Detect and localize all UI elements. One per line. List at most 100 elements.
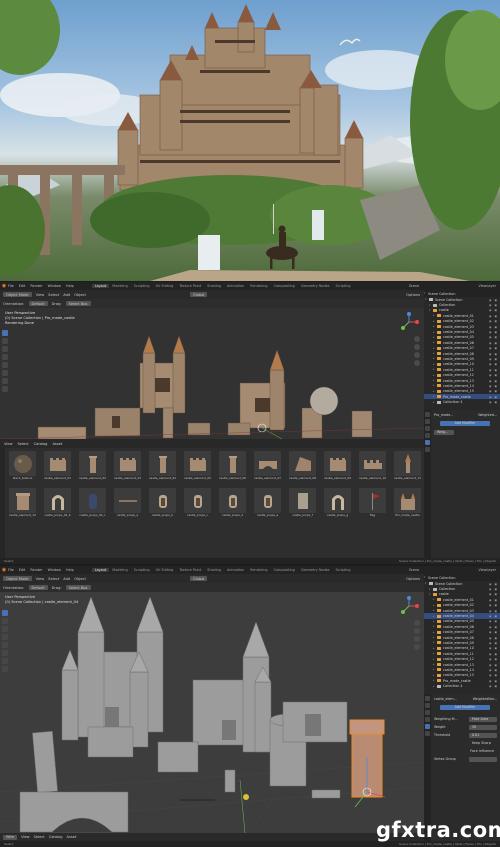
visibility-toggle-icon[interactable]: ◉ ▣ <box>489 641 498 645</box>
tab-compositing[interactable]: Compositing <box>271 284 298 288</box>
visibility-toggle-icon[interactable]: ◉ ▣ <box>489 384 498 388</box>
visibility-toggle-icon[interactable]: ◉ ▣ <box>489 308 498 312</box>
threshold-field[interactable]: 0.01 <box>469 732 497 738</box>
tab-sculpting-2[interactable]: Sculpting <box>131 568 153 572</box>
menu-edit-2[interactable]: Edit <box>19 568 26 572</box>
output-tab-icon[interactable] <box>425 426 430 431</box>
menu-object[interactable]: Object <box>74 293 86 297</box>
drag-dropdown-2[interactable]: Select Box <box>65 585 91 590</box>
asset-tile[interactable]: castle_element_06 <box>216 450 249 486</box>
outliner-row[interactable]: ▸ Collection 4 ◉ ▣ <box>424 683 500 688</box>
render-tab-icon-2[interactable] <box>425 703 430 708</box>
asset-tile[interactable]: castle_props_f <box>286 487 319 523</box>
tab-shading-2[interactable]: Shading <box>204 568 224 572</box>
modifier-name[interactable]: Weighted... <box>478 413 497 417</box>
tab-uv-editing[interactable]: UV Editing <box>153 284 177 288</box>
weighting-mode-dropdown[interactable]: Face Area <box>469 716 497 722</box>
asset-menu-catalog-2[interactable]: Catalog <box>49 835 63 839</box>
asset-tile[interactable]: castle_element_10 <box>356 450 389 486</box>
tool-tab-icon[interactable] <box>425 412 430 417</box>
visibility-toggle-icon[interactable]: ◉ ▣ <box>489 603 498 607</box>
asset-tile[interactable]: castle_element_03 <box>111 450 144 486</box>
asset-menu-asset[interactable]: Asset <box>52 442 62 446</box>
tab-geometry-nodes-2[interactable]: Geometry Nodes <box>298 568 333 572</box>
tab-texture-paint[interactable]: Texture Paint <box>176 284 204 288</box>
asset-tile[interactable]: castle_props_e <box>251 487 284 523</box>
visibility-toggle-icon[interactable]: ◉ ▣ <box>489 352 498 356</box>
asset-menu-view-2[interactable]: View <box>21 835 30 839</box>
3d-viewport[interactable]: User Perspective (0) Scene Collection | … <box>0 308 424 439</box>
asset-menu-select[interactable]: Select <box>18 442 29 446</box>
asset-menu-view[interactable]: View <box>4 442 13 446</box>
menu-select[interactable]: Select <box>48 293 59 297</box>
tab-modeling-2[interactable]: Modeling <box>109 568 130 572</box>
menu-edit[interactable]: Edit <box>19 284 26 288</box>
visibility-toggle-icon[interactable]: ◉ ▣ <box>489 400 498 404</box>
visibility-toggle-icon[interactable]: ◉ ▣ <box>489 673 498 677</box>
modifier-panel-name[interactable]: Weig... <box>434 429 454 435</box>
scene-selector-2[interactable]: Scene <box>409 568 419 572</box>
object-tab-icon-2[interactable] <box>425 717 430 722</box>
render-tab-icon[interactable] <box>425 419 430 424</box>
tab-layout-2[interactable]: Layout <box>91 568 110 572</box>
mode-dropdown[interactable]: Object Mode <box>3 292 32 297</box>
blender-logo-icon-2[interactable]: ◉ <box>0 566 8 574</box>
asset-tile[interactable]: castle_props_d <box>216 487 249 523</box>
asset-tile[interactable]: castle_props_g <box>321 487 354 523</box>
modifier-name-2[interactable]: WeightedNor... <box>473 697 497 701</box>
tab-compositing-2[interactable]: Compositing <box>271 568 298 572</box>
visibility-toggle-icon[interactable]: ◉ ▣ <box>489 614 498 618</box>
menu-help[interactable]: Help <box>66 284 74 288</box>
tab-rendering[interactable]: Rendering <box>247 284 270 288</box>
view-layer-selector-2[interactable]: ViewLayer <box>479 568 497 572</box>
tab-geometry-nodes[interactable]: Geometry Nodes <box>298 284 333 288</box>
modifier-tab-icon-2[interactable] <box>425 724 430 729</box>
visibility-toggle-icon[interactable]: ◉ ▣ <box>489 652 498 656</box>
orientation-dropdown[interactable]: Default <box>28 301 48 306</box>
asset-menu-asset-2[interactable]: Asset <box>67 835 77 839</box>
outliner-row[interactable]: ▸ Collection 4 ◉ ▣ <box>424 399 500 404</box>
visibility-toggle-icon[interactable]: ◉ ▣ <box>489 330 498 334</box>
vertex-group-field[interactable] <box>469 756 497 762</box>
asset-tile[interactable]: castle_element_02 <box>76 450 109 486</box>
add-modifier-button-2[interactable]: Add Modifier <box>440 704 490 710</box>
menu-add-2[interactable]: Add <box>63 577 70 581</box>
asset-tile[interactable]: castle_props_04_b <box>41 487 74 523</box>
visibility-toggle-icon[interactable]: ◉ ▣ <box>489 625 498 629</box>
visibility-toggle-icon[interactable]: ◉ ▣ <box>489 389 498 393</box>
visibility-toggle-icon[interactable]: ◉ ▣ <box>489 319 498 323</box>
menu-window[interactable]: Window <box>48 284 61 288</box>
visibility-toggle-icon[interactable]: ◉ ▣ <box>489 314 498 318</box>
visibility-toggle-icon[interactable]: ◉ ▣ <box>489 362 498 366</box>
visibility-toggle-icon[interactable]: ◉ ▣ <box>489 368 498 372</box>
asset-tile[interactable]: flag <box>356 487 389 523</box>
asset-tile[interactable]: castle_props_b <box>146 487 179 523</box>
visibility-toggle-icon[interactable]: ◉ ▣ <box>489 684 498 688</box>
material-tab-icon-2[interactable] <box>425 731 430 736</box>
tab-layout[interactable]: Layout <box>91 284 110 288</box>
menu-file-2[interactable]: File <box>8 568 14 572</box>
menu-view[interactable]: View <box>36 293 45 297</box>
visibility-toggle-icon[interactable]: ◉ ▣ <box>489 619 498 623</box>
visibility-toggle-icon[interactable]: ◉ ▣ <box>489 341 498 345</box>
transform-orientation-dropdown[interactable]: Global <box>189 292 208 297</box>
keep-sharp-checkbox[interactable]: Keep Sharp <box>469 741 497 746</box>
drag-dropdown[interactable]: Select Box <box>65 301 91 306</box>
tab-scripting[interactable]: Scripting <box>332 284 353 288</box>
visibility-toggle-icon[interactable]: ◉ ▣ <box>489 663 498 667</box>
tab-uv-editing-2[interactable]: UV Editing <box>153 568 177 572</box>
mode-dropdown-2[interactable]: Object Mode <box>3 576 32 581</box>
object-tab-icon[interactable] <box>425 433 430 438</box>
asset-tile[interactable]: castle_props_04_c <box>76 487 109 523</box>
asset-menu-select-2[interactable]: Select <box>34 835 45 839</box>
options-dropdown-2[interactable]: Options <box>406 577 420 581</box>
menu-file[interactable]: File <box>8 284 14 288</box>
asset-tile[interactable]: castle_element_01 <box>41 450 74 486</box>
visibility-toggle-icon[interactable]: ◉ ▣ <box>489 298 498 302</box>
weight-field[interactable]: 50 <box>469 724 497 730</box>
output-tab-icon-2[interactable] <box>425 710 430 715</box>
tab-shading[interactable]: Shading <box>204 284 224 288</box>
visibility-toggle-icon[interactable]: ◉ ▣ <box>489 373 498 377</box>
asset-tile[interactable]: castle_props_c <box>181 487 214 523</box>
options-dropdown[interactable]: Options <box>406 293 420 297</box>
